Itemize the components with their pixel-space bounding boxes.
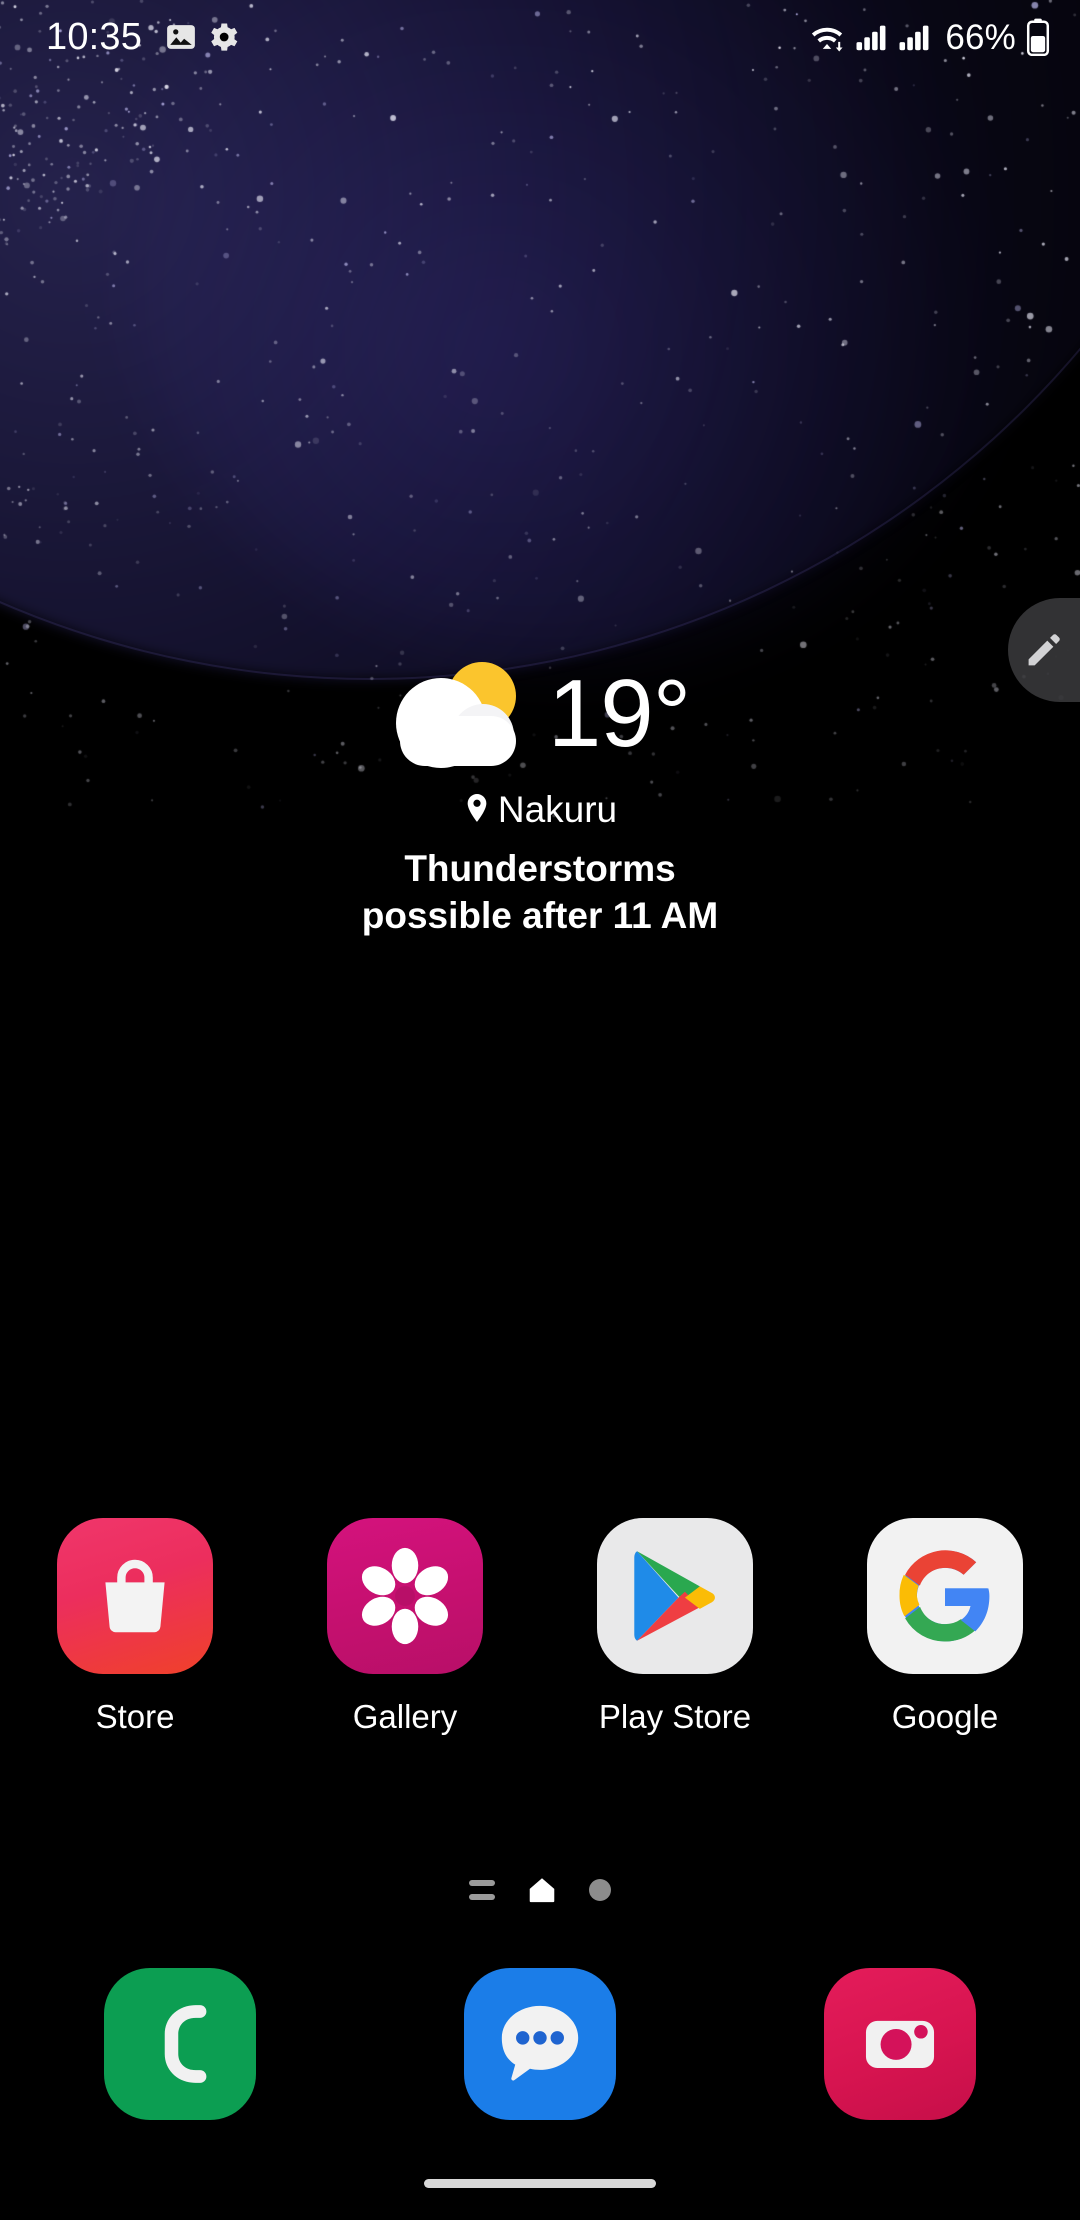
app-list-indicator[interactable] <box>469 1880 495 1900</box>
signal-sim1-icon <box>856 25 886 51</box>
phone-icon[interactable] <box>104 1968 256 2120</box>
settings-notification-icon <box>211 23 238 51</box>
messages-icon[interactable] <box>464 1968 616 2120</box>
home-screen: 10:35 66% 19° Nakuru Thunderstorms possi… <box>0 0 1080 2220</box>
weather-summary-row: 19° <box>390 660 691 768</box>
gallery-notification-icon <box>167 25 195 49</box>
signal-sim2-icon <box>899 25 929 51</box>
dock <box>0 1968 1080 2120</box>
flower-glyph <box>361 1547 449 1645</box>
cloud-base <box>399 716 516 766</box>
battery-percent-label: 66% <box>945 17 1016 57</box>
weather-widget[interactable]: 19° Nakuru Thunderstorms possible after … <box>0 660 1080 939</box>
camera-body-glyph <box>865 2020 935 2068</box>
battery-icon <box>1026 18 1050 56</box>
home-page-indicator[interactable] <box>527 1875 557 1905</box>
dock-item-messages[interactable] <box>360 1968 720 2120</box>
status-bar[interactable]: 10:35 66% <box>0 0 1080 74</box>
weather-city-label: Nakuru <box>497 789 618 830</box>
navigation-bar[interactable] <box>0 2146 1080 2220</box>
page-indicator <box>0 1875 1080 1905</box>
camera-icon[interactable] <box>824 1968 976 2120</box>
status-bar-left: 10:35 <box>46 18 241 56</box>
page-2-indicator[interactable] <box>589 1879 611 1901</box>
galaxy-store-icon[interactable] <box>57 1518 213 1674</box>
google-g-glyph <box>899 1550 990 1642</box>
weather-condition-text: Thunderstorms possible after 11 AM <box>362 845 718 940</box>
google-icon[interactable] <box>867 1518 1023 1674</box>
shopping-bag-glyph <box>105 1559 165 1633</box>
location-pin-icon <box>467 794 487 823</box>
partly-cloudy-icon <box>390 660 530 768</box>
app-label-gallery: Gallery <box>352 1698 458 1735</box>
speech-bubble-glyph <box>501 2005 579 2081</box>
app-item-google[interactable]: Google <box>810 1518 1080 1733</box>
status-clock: 10:35 <box>46 16 143 58</box>
status-bar-right: 66% <box>809 18 1050 56</box>
handset-glyph <box>164 2005 207 2083</box>
dock-item-camera[interactable] <box>720 1968 1080 2120</box>
play-store-icon[interactable] <box>597 1518 753 1674</box>
gallery-icon[interactable] <box>327 1518 483 1674</box>
play-triangle-glyph <box>634 1551 715 1641</box>
dock-item-phone[interactable] <box>0 1968 360 2120</box>
weather-location-row: Nakuru <box>463 789 618 831</box>
pencil-icon <box>1028 634 1060 666</box>
app-item-gallery[interactable]: Gallery <box>270 1518 540 1733</box>
app-item-play-store[interactable]: Play Store <box>540 1518 810 1733</box>
app-label-store: Store <box>95 1698 175 1735</box>
weather-temperature: 19° <box>547 660 691 767</box>
app-item-store[interactable]: Store <box>0 1518 270 1733</box>
home-gesture-pill[interactable] <box>424 2178 656 2188</box>
app-grid: Store Gallery Play Store Google <box>0 1518 1080 1733</box>
weather-condition-line-2: possible after 11 AM <box>361 895 719 937</box>
weather-condition-line-1: Thunderstorms <box>404 847 676 889</box>
notification-icons <box>164 20 241 54</box>
app-label-play-store: Play Store <box>598 1698 752 1735</box>
app-label-google: Google <box>891 1698 999 1735</box>
wifi-icon <box>812 27 843 52</box>
